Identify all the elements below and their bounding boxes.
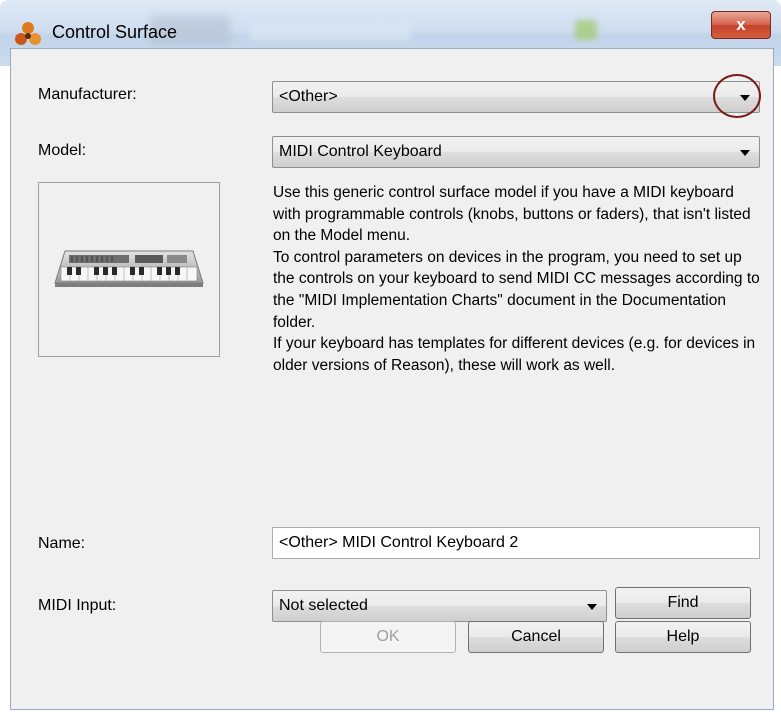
midi-input-value: Not selected: [279, 597, 368, 614]
name-input[interactable]: <Other> MIDI Control Keyboard 2: [272, 527, 760, 559]
ok-button[interactable]: OK: [320, 621, 456, 653]
model-value: MIDI Control Keyboard: [279, 143, 442, 160]
midi-input-dropdown[interactable]: Not selected: [272, 590, 607, 622]
model-label: Model:: [38, 142, 87, 159]
highlight-circle: [713, 74, 761, 118]
control-surface-dialog: Control Surface x Manufacturer: <Other> …: [0, 0, 781, 712]
chevron-down-icon: [587, 604, 597, 610]
find-button[interactable]: Find: [615, 587, 751, 619]
name-label: Name:: [38, 535, 86, 552]
window-title: Control Surface: [52, 22, 178, 42]
manufacturer-label: Manufacturer:: [38, 86, 137, 103]
description-paragraph: If your keyboard has templates for diffe…: [273, 335, 756, 374]
model-dropdown[interactable]: MIDI Control Keyboard: [272, 136, 760, 168]
help-button[interactable]: Help: [615, 621, 751, 653]
model-description: Use this generic control surface model i…: [273, 182, 763, 376]
name-input-value: <Other> MIDI Control Keyboard 2: [279, 534, 519, 551]
description-paragraph: To control parameters on devices in the …: [273, 248, 760, 331]
close-button[interactable]: x: [711, 11, 771, 39]
model-image-frame: [38, 182, 220, 357]
description-paragraph: Use this generic control surface model i…: [273, 184, 751, 245]
manufacturer-dropdown[interactable]: <Other>: [272, 81, 760, 113]
reason-app-icon: [15, 22, 41, 45]
chevron-down-icon: [740, 150, 750, 156]
midi-input-label: MIDI Input:: [38, 597, 117, 614]
blurred-background: [575, 20, 597, 40]
midi-keyboard-image: [54, 250, 204, 287]
cancel-button[interactable]: Cancel: [468, 621, 604, 653]
blurred-background: [250, 20, 410, 40]
manufacturer-value: <Other>: [279, 88, 338, 105]
